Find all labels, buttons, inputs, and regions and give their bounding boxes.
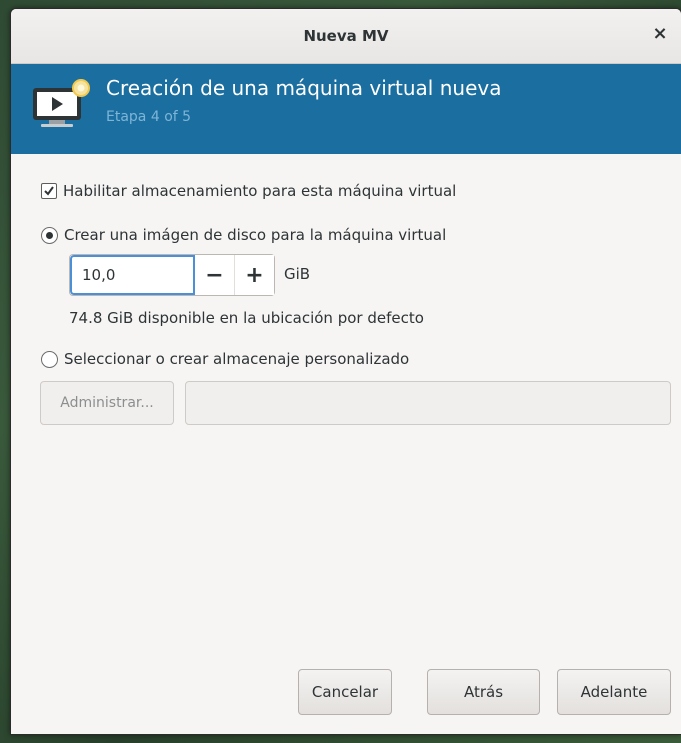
wizard-header: Creación de una máquina virtual nueva Et… — [11, 64, 681, 154]
header-title: Creación de una máquina virtual nueva — [106, 76, 502, 100]
title-bar: Nueva MV × — [11, 9, 681, 64]
create-image-row[interactable]: Crear una imágen de disco para la máquin… — [41, 226, 446, 244]
vm-screen-icon — [33, 79, 90, 127]
forward-button[interactable]: Adelante — [557, 669, 671, 715]
increment-button[interactable]: + — [234, 255, 274, 295]
step-indicator: Etapa 4 of 5 — [106, 109, 192, 125]
enable-storage-row[interactable]: Habilitar almacenamiento para esta máqui… — [41, 182, 456, 200]
decrement-button[interactable]: − — [195, 255, 234, 295]
window-title: Nueva MV — [303, 27, 389, 45]
back-button[interactable]: Atrás — [427, 669, 540, 715]
disk-size-spinbutton: − + — [69, 254, 275, 296]
enable-storage-label: Habilitar almacenamiento para esta máqui… — [63, 182, 457, 200]
create-image-radio[interactable] — [41, 226, 58, 244]
disk-size-input[interactable] — [70, 255, 195, 295]
storage-step: Habilitar almacenamiento para esta máqui… — [11, 154, 681, 734]
cancel-button[interactable]: Cancelar — [298, 669, 392, 715]
custom-path-field[interactable] — [185, 381, 671, 425]
size-unit-label: GiB — [284, 265, 311, 283]
close-icon[interactable]: × — [649, 23, 671, 45]
custom-storage-label: Seleccionar o crear almacenaje personali… — [64, 350, 410, 368]
custom-storage-radio[interactable] — [41, 350, 58, 368]
manage-button[interactable]: Administrar... — [40, 381, 174, 425]
checkmark-icon — [44, 186, 54, 196]
available-space-text: 74.8 GiB disponible en la ubicación por … — [69, 309, 424, 327]
custom-storage-row[interactable]: Seleccionar o crear almacenaje personali… — [41, 350, 409, 368]
enable-storage-checkbox[interactable] — [41, 183, 57, 199]
create-image-label: Crear una imágen de disco para la máquin… — [64, 226, 447, 244]
new-vm-dialog: Nueva MV × Creación de una máquina virtu… — [10, 8, 681, 735]
